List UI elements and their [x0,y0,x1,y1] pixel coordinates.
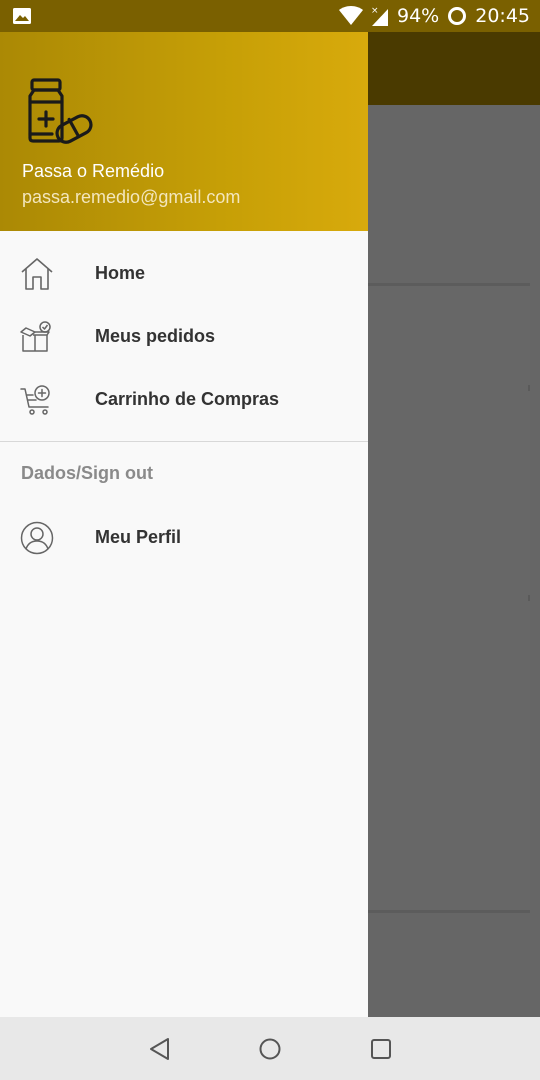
battery-ring-icon [447,6,467,26]
drawer-divider [0,441,368,442]
background-mark [528,595,530,601]
clock: 20:45 [475,5,530,27]
drawer-item-meus-pedidos[interactable]: Meus pedidos [0,305,368,368]
profile-icon [20,521,54,555]
battery-percent: 94% [397,5,440,27]
signal-icon: × [371,5,389,27]
background-mark [528,385,530,391]
home-icon [20,257,54,291]
drawer-item-carrinho[interactable]: Carrinho de Compras [0,368,368,431]
medicine-bottle-pills-icon [22,78,96,150]
image-icon [12,7,32,25]
drawer-item-label: Carrinho de Compras [95,389,280,409]
status-bar: × 94% 20:45 [0,0,540,32]
drawer-item-label: Home [95,263,146,283]
drawer-section-title: Dados/Sign out [21,463,153,483]
home-circle-icon[interactable] [255,1034,285,1064]
drawer-email: passa.remedio@gmail.com [22,187,241,207]
svg-text:×: × [371,6,379,16]
drawer-item-home[interactable]: Home [0,242,368,305]
drawer-item-label: Meus pedidos [95,326,216,346]
navigation-drawer: Passa o Remédio passa.remedio@gmail.com … [0,0,368,1017]
back-icon[interactable] [145,1034,175,1064]
orders-box-icon [20,320,54,354]
shopping-cart-icon [20,383,54,417]
drawer-app-name: Passa o Remédio [22,161,165,181]
background-card [360,283,530,913]
drawer-item-label: Meu Perfil [95,527,182,547]
drawer-header: Passa o Remédio passa.remedio@gmail.com [0,0,368,231]
recents-icon[interactable] [366,1034,396,1064]
system-nav-bar [0,1017,540,1080]
drawer-item-meu-perfil[interactable]: Meu Perfil [0,506,368,569]
wifi-icon [339,6,363,26]
